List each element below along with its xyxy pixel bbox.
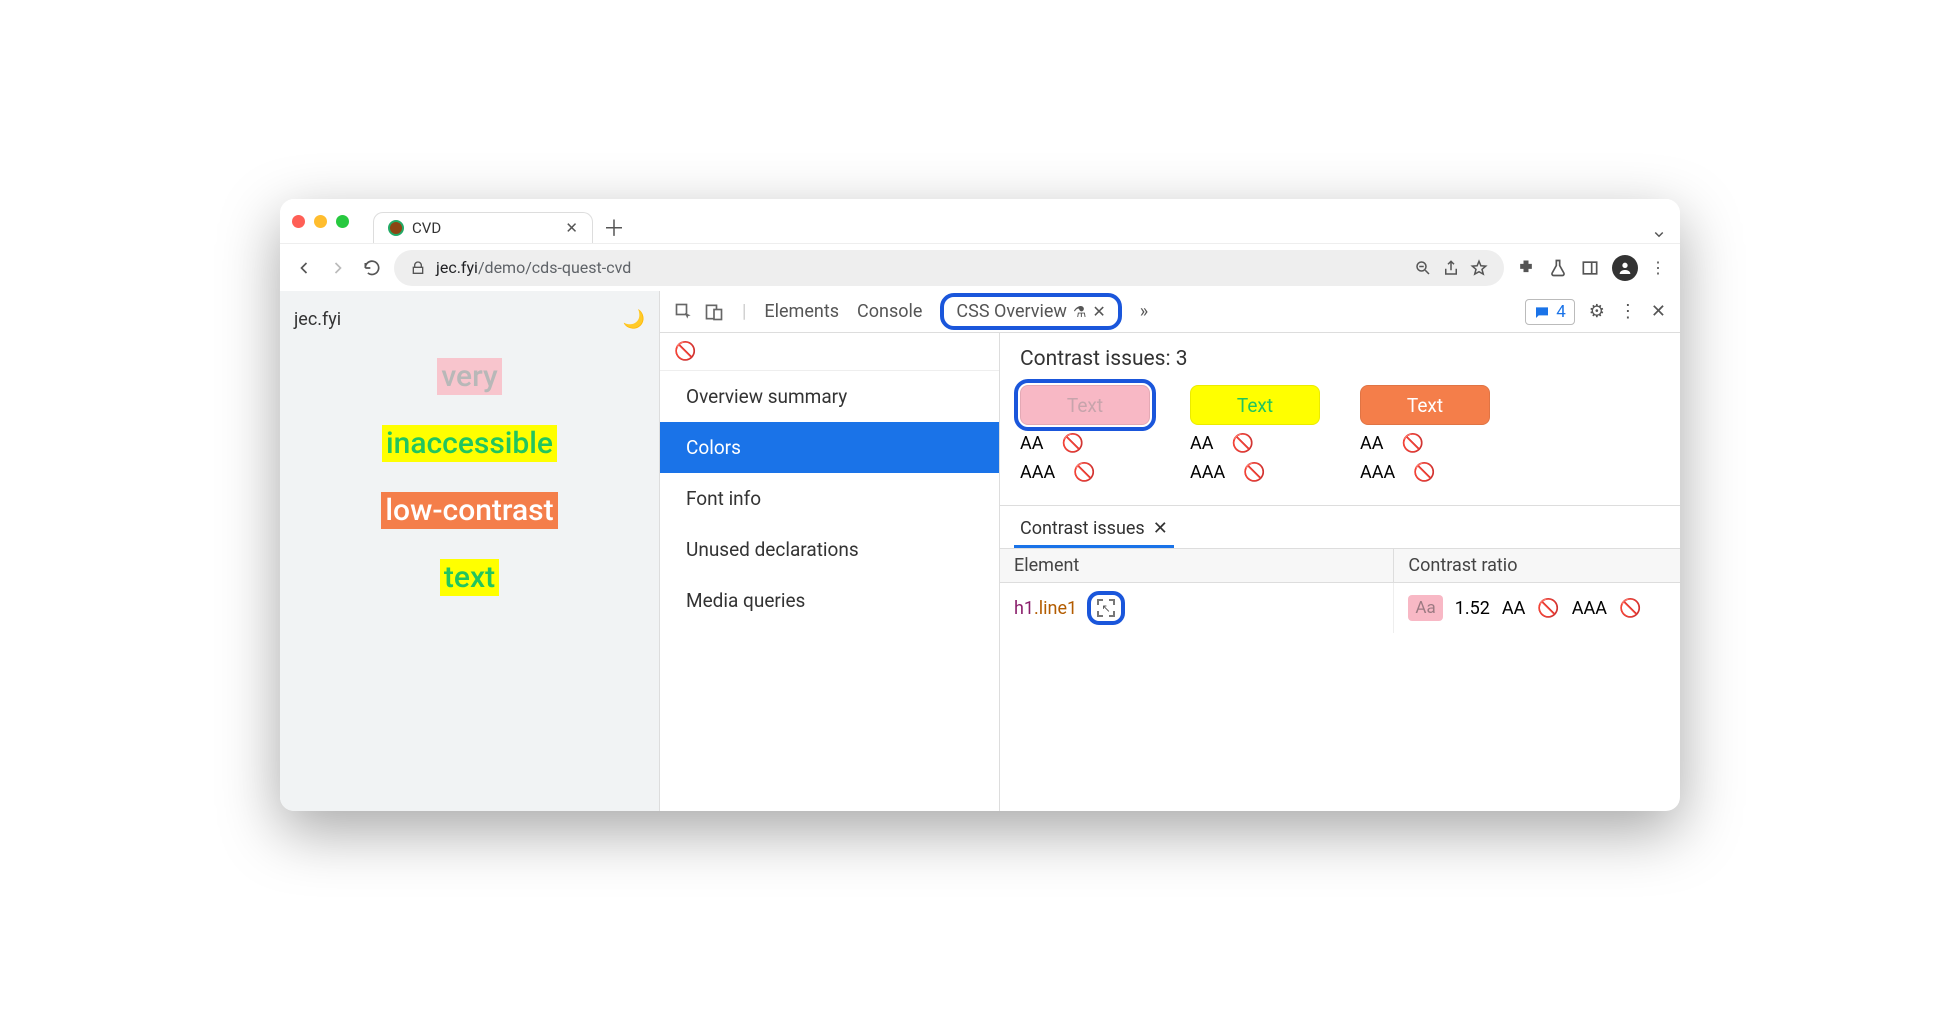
issues-table-header: Element Contrast ratio xyxy=(1000,548,1680,583)
page-viewport: jec.fyi 🌙 very inaccessible low-contrast… xyxy=(280,291,660,811)
fail-icon: 🚫 xyxy=(1537,598,1559,619)
tab-close-button[interactable]: ✕ xyxy=(565,219,578,237)
more-tabs-button[interactable]: » xyxy=(1140,301,1148,322)
scroll-into-view-button[interactable]: ↖ xyxy=(1087,591,1125,625)
aaa-label: AAA xyxy=(1020,462,1055,483)
close-tab-icon[interactable]: ✕ xyxy=(1092,302,1105,321)
back-button[interactable] xyxy=(294,258,314,278)
css-overview-sidebar: 🚫 Overview summary Colors Font info Unus… xyxy=(660,333,1000,811)
zoom-icon[interactable] xyxy=(1414,259,1432,277)
contrast-sample-chip: Aa xyxy=(1408,595,1442,621)
tab-console[interactable]: Console xyxy=(857,301,922,322)
experimental-icon: ⚗ xyxy=(1073,303,1086,321)
url-display: jec.fyi/demo/cds-quest-cvd xyxy=(436,258,631,277)
browser-menu-button[interactable]: ⋮ xyxy=(1650,258,1666,277)
demo-word-4: text xyxy=(440,559,499,596)
sidebar-item-media[interactable]: Media queries xyxy=(660,575,999,626)
profile-avatar[interactable] xyxy=(1612,255,1638,281)
contrast-issues-panel: Contrast issues ✕ Element Contrast ratio… xyxy=(1000,505,1680,633)
browser-tab-active[interactable]: CVD ✕ xyxy=(373,212,593,243)
devtools-menu-button[interactable]: ⋮ xyxy=(1619,301,1637,322)
sidepanel-icon[interactable] xyxy=(1580,258,1600,278)
sidebar-item-overview[interactable]: Overview summary xyxy=(660,371,999,422)
tab-strip: CVD ✕ ＋ xyxy=(280,199,1680,243)
fail-icon: 🚫 xyxy=(1073,462,1095,483)
swatch-text-2[interactable]: Text xyxy=(1190,385,1320,425)
bookmark-star-icon[interactable] xyxy=(1470,259,1488,277)
dark-mode-toggle[interactable]: 🌙 xyxy=(623,309,645,330)
settings-gear-icon[interactable]: ⚙ xyxy=(1589,301,1605,322)
sidebar-item-colors[interactable]: Colors xyxy=(660,422,999,473)
contrast-issues-heading: Contrast issues: 3 xyxy=(1020,347,1660,371)
demo-words: very inaccessible low-contrast text xyxy=(294,358,645,596)
address-bar[interactable]: jec.fyi/demo/cds-quest-cvd xyxy=(394,250,1504,286)
demo-word-1: very xyxy=(437,358,501,395)
devtools-body: 🚫 Overview summary Colors Font info Unus… xyxy=(660,333,1680,811)
contrast-swatch-3[interactable]: Text AA🚫 AAA🚫 xyxy=(1360,385,1490,483)
lock-icon xyxy=(410,260,426,276)
contrast-issues-tab[interactable]: Contrast issues ✕ xyxy=(1014,514,1174,548)
devtools-tabbar: | Elements Console CSS Overview ⚗ ✕ » 4 … xyxy=(660,291,1680,333)
clear-overview-button[interactable]: 🚫 xyxy=(660,333,999,371)
share-icon[interactable] xyxy=(1442,259,1460,277)
maximize-window-button[interactable] xyxy=(336,215,349,228)
browser-toolbar: jec.fyi/demo/cds-quest-cvd ⋮ xyxy=(280,243,1680,291)
tab-overflow-button[interactable] xyxy=(1650,225,1668,243)
demo-word-2: inaccessible xyxy=(382,425,557,462)
inspect-element-icon[interactable] xyxy=(674,302,694,322)
col-element: Element xyxy=(1000,549,1394,582)
new-tab-button[interactable]: ＋ xyxy=(603,211,625,243)
devtools-close-button[interactable]: ✕ xyxy=(1651,301,1666,322)
close-panel-icon[interactable]: ✕ xyxy=(1153,518,1168,539)
reload-button[interactable] xyxy=(362,258,382,278)
contrast-swatch-2[interactable]: Text AA🚫 AAA🚫 xyxy=(1190,385,1320,483)
tab-elements[interactable]: Elements xyxy=(764,301,839,322)
fail-icon: 🚫 xyxy=(1061,433,1083,454)
labs-icon[interactable] xyxy=(1548,258,1568,278)
close-window-button[interactable] xyxy=(292,215,305,228)
device-toggle-icon[interactable] xyxy=(704,302,724,322)
col-contrast-ratio: Contrast ratio xyxy=(1394,549,1680,582)
element-selector: h1.line1 xyxy=(1014,598,1077,619)
table-row[interactable]: h1.line1 ↖ Aa 1.52 AA🚫 AAA🚫 xyxy=(1000,583,1680,633)
tab-favicon-icon xyxy=(388,220,404,236)
swatch-text-3[interactable]: Text xyxy=(1360,385,1490,425)
contrast-swatch-1[interactable]: Text AA 🚫 AAA 🚫 xyxy=(1020,385,1150,483)
sidebar-item-unused[interactable]: Unused declarations xyxy=(660,524,999,575)
sidebar-item-font[interactable]: Font info xyxy=(660,473,999,524)
browser-tabs: CVD ✕ ＋ xyxy=(373,199,1668,243)
tab-title: CVD xyxy=(412,219,441,237)
css-overview-content: Contrast issues: 3 Text AA🚫 AAA🚫 Text AA… xyxy=(1000,333,1680,811)
contrast-ratio-value: 1.52 xyxy=(1455,598,1490,619)
forward-button[interactable] xyxy=(328,258,348,278)
content-area: jec.fyi 🌙 very inaccessible low-contrast… xyxy=(280,291,1680,811)
window-controls xyxy=(292,215,349,228)
demo-word-3: low-contrast xyxy=(381,492,557,529)
contrast-swatches: Text AA🚫 AAA🚫 Text AA🚫 AAA🚫 Text xyxy=(1020,385,1660,483)
swatch-text-1[interactable]: Text xyxy=(1020,385,1150,425)
extensions-icon[interactable] xyxy=(1516,258,1536,278)
tab-css-overview[interactable]: CSS Overview ⚗ ✕ xyxy=(940,293,1121,330)
page-brand: jec.fyi xyxy=(294,309,341,330)
nav-buttons xyxy=(294,258,382,278)
devtools-panel: | Elements Console CSS Overview ⚗ ✕ » 4 … xyxy=(660,291,1680,811)
minimize-window-button[interactable] xyxy=(314,215,327,228)
aa-label: AA xyxy=(1020,433,1043,454)
issues-badge[interactable]: 4 xyxy=(1525,299,1575,325)
fail-icon: 🚫 xyxy=(1619,598,1641,619)
browser-window: CVD ✕ ＋ jec.fyi/demo/cds-quest-cvd xyxy=(280,199,1680,811)
